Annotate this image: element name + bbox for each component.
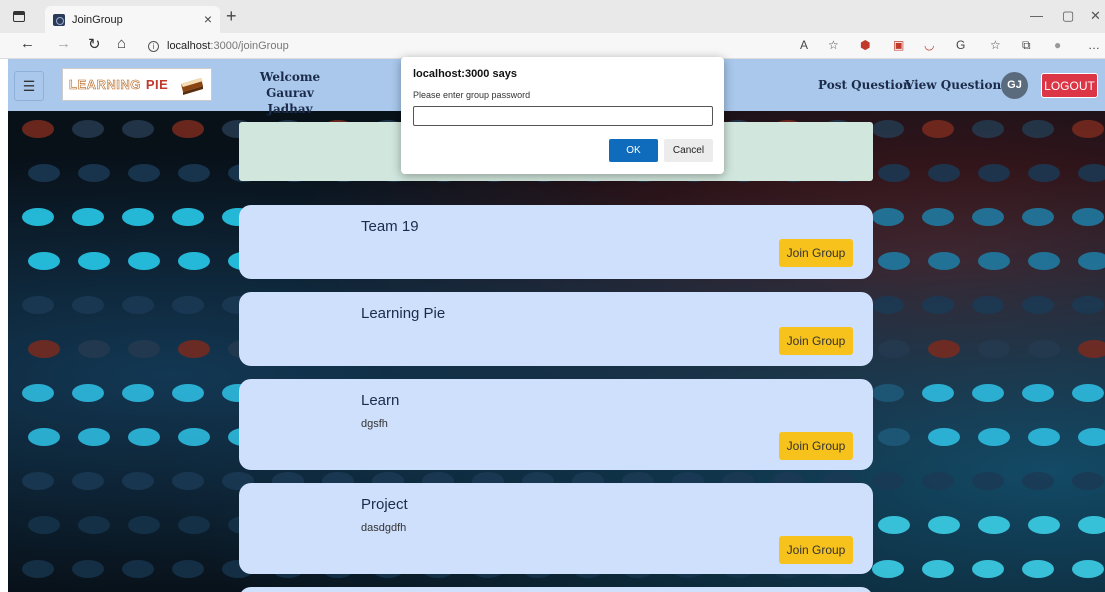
group-title: Learn (361, 392, 400, 409)
tab-actions-icon[interactable] (13, 11, 25, 22)
home-icon[interactable]: ⌂ (117, 35, 126, 52)
menu-toggle-icon[interactable]: ☰ (14, 71, 44, 101)
browser-tab[interactable]: JoinGroup × (45, 6, 220, 33)
join-group-button[interactable]: Join Group (779, 239, 853, 267)
group-description: dasdgdfh (361, 522, 407, 534)
group-card: Learn dgsfh Join Group (239, 379, 873, 470)
logout-button[interactable]: LOGOUT (1041, 73, 1098, 98)
favorites-icon[interactable]: ☆ (990, 38, 1001, 52)
group-description: dgsfh (361, 418, 388, 430)
address-bar: ← → ↻ ⌂ i localhost:3000/joinGroup A ☆ ⬢… (0, 33, 1105, 59)
group-card: Team 19 Join Group (239, 205, 873, 279)
post-question-link[interactable]: Post Question (818, 78, 912, 92)
pocket-icon[interactable]: ◡ (924, 38, 934, 52)
restore-icon[interactable]: ▢ (1062, 8, 1074, 24)
close-tab-icon[interactable]: × (204, 11, 212, 27)
join-group-button[interactable]: Join Group (779, 432, 853, 460)
tab-title: JoinGroup (72, 13, 123, 26)
window-close-icon[interactable]: ✕ (1090, 8, 1101, 24)
user-name: Gaurav Jadhav (266, 86, 314, 116)
url-host: localhost (167, 40, 211, 52)
dialog-title: localhost:3000 says (413, 68, 517, 80)
shield-extension-icon[interactable]: ⬢ (860, 38, 870, 52)
logo-text-accent: PIE (145, 77, 169, 92)
extension-g-icon[interactable]: G (956, 38, 965, 52)
profile-icon[interactable]: ● (1054, 38, 1061, 52)
welcome-label: Welcome (259, 70, 321, 84)
join-group-button[interactable]: Join Group (779, 536, 853, 564)
read-aloud-icon[interactable]: A (800, 38, 808, 52)
cake-icon (181, 78, 203, 95)
group-card: Learning Pie Join Group (239, 292, 873, 366)
avatar[interactable]: GJ (1001, 72, 1028, 99)
collections-icon[interactable]: ⧉ (1022, 38, 1031, 53)
group-card (239, 587, 873, 592)
minimize-icon[interactable]: — (1030, 8, 1043, 23)
logo-text: LEARNING (69, 77, 141, 93)
react-favicon-icon (53, 13, 65, 26)
site-info-icon[interactable]: i (148, 40, 159, 52)
welcome-text: Welcome Gaurav Jadhav (250, 69, 330, 117)
prompt-dialog: localhost:3000 says Please enter group p… (401, 57, 724, 174)
back-icon[interactable]: ← (20, 35, 35, 52)
extension-icon[interactable]: ▣ (893, 38, 904, 52)
new-tab-icon[interactable]: + (226, 6, 237, 27)
more-icon[interactable]: … (1088, 38, 1100, 52)
group-password-input[interactable] (413, 106, 713, 126)
favorite-icon[interactable]: ☆ (828, 38, 839, 52)
refresh-icon[interactable]: ↻ (88, 35, 101, 53)
logo[interactable]: LEARNING PIE (62, 68, 212, 101)
group-title: Team 19 (361, 218, 419, 235)
dialog-message: Please enter group password (413, 90, 531, 100)
url-field[interactable]: i localhost:3000/joinGroup (148, 36, 788, 56)
forward-icon[interactable]: → (56, 35, 71, 52)
group-title: Project (361, 496, 408, 513)
browser-tab-bar: JoinGroup × + — ▢ ✕ (0, 0, 1105, 33)
join-group-button[interactable]: Join Group (779, 327, 853, 355)
cancel-button[interactable]: Cancel (664, 139, 713, 162)
group-title: Learning Pie (361, 305, 446, 322)
group-card: Project dasdgdfh Join Group (239, 483, 873, 574)
url-path: :3000/joinGroup (210, 40, 289, 52)
ok-button[interactable]: OK (609, 139, 658, 162)
view-questions-link[interactable]: View Questions (905, 78, 1008, 92)
